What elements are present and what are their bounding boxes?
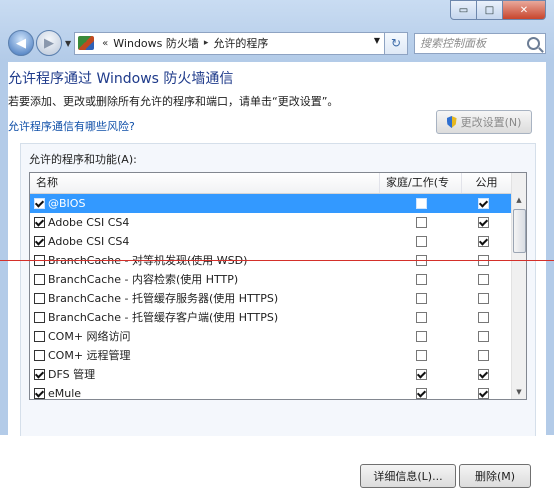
list-rows: @BIOS Adobe CSI CS4 Adobe CSI CS4 BranchCac… [30, 194, 512, 400]
program-enabled-checkbox[interactable] [34, 217, 45, 228]
program-enabled-checkbox[interactable] [34, 293, 45, 304]
forward-arrow-icon[interactable]: ▶ [36, 30, 62, 56]
programs-list[interactable]: 名称 家庭/工作(专用) 公用 @BIOS Adobe CSI CS4 Adobe … [29, 172, 527, 400]
program-name: BranchCache - 托管缓存客户端(使用 HTTPS) [48, 311, 279, 324]
program-enabled-checkbox[interactable] [34, 331, 45, 342]
breadcrumb-separator-icon[interactable]: ▸ [204, 38, 209, 48]
risk-link[interactable]: 允许程序通信有哪些风险? [8, 118, 135, 134]
home-work-checkbox[interactable] [416, 198, 427, 209]
list-item[interactable]: Adobe CSI CS4 [30, 213, 512, 232]
vertical-scrollbar[interactable]: ▲ ▼ [511, 173, 526, 399]
public-checkbox[interactable] [478, 312, 489, 323]
program-name: Adobe CSI CS4 [48, 235, 130, 248]
program-enabled-checkbox[interactable] [34, 312, 45, 323]
firewall-icon [78, 36, 95, 50]
public-checkbox[interactable] [478, 293, 489, 304]
allowed-programs-label: 允许的程序和功能(A): [29, 153, 137, 166]
list-item[interactable]: BranchCache - 托管缓存客户端(使用 HTTPS) [30, 308, 512, 327]
home-work-checkbox[interactable] [416, 217, 427, 228]
refresh-icon[interactable]: ↻ [385, 31, 408, 55]
scroll-down-icon[interactable]: ▼ [512, 385, 526, 399]
list-header: 名称 家庭/工作(专用) 公用 [30, 173, 512, 209]
page-title: 允许程序通过 Windows 防火墙通信 [8, 71, 234, 87]
public-checkbox[interactable] [478, 369, 489, 380]
main-content: 允许程序通过 Windows 防火墙通信 若要添加、更改或删除所有允许的程序和端… [8, 62, 546, 488]
address-dropdown-icon[interactable]: ▼ [374, 36, 380, 45]
maximize-button[interactable]: □ [477, 0, 503, 20]
delete-button[interactable]: 删除(M) [459, 464, 531, 488]
program-name: eMule [48, 387, 82, 400]
minimize-button[interactable]: ▭ [450, 0, 477, 20]
breadcrumb-allowed-programs[interactable]: 允许的程序 [213, 35, 268, 51]
history-dropdown-icon[interactable]: ▼ [65, 39, 71, 48]
program-name: COM+ 远程管理 [48, 349, 131, 362]
public-checkbox[interactable] [478, 198, 489, 209]
program-name: BranchCache - 托管缓存服务器(使用 HTTPS) [48, 292, 279, 305]
change-settings-button[interactable]: 更改设置(N) [436, 110, 532, 134]
program-enabled-checkbox[interactable] [34, 274, 45, 285]
column-header-public[interactable]: 公用 [462, 173, 512, 193]
program-enabled-checkbox[interactable] [34, 388, 45, 399]
list-item[interactable]: Adobe CSI CS4 [30, 232, 512, 251]
home-work-checkbox[interactable] [416, 350, 427, 361]
list-item[interactable]: eMule [30, 384, 512, 400]
list-item[interactable]: BranchCache - 内容检索(使用 HTTP) [30, 270, 512, 289]
uac-shield-icon [446, 116, 457, 128]
column-header-home-work[interactable]: 家庭/工作(专用) [380, 173, 462, 209]
window-controls: ▭ □ ✕ [450, 0, 546, 20]
program-enabled-checkbox[interactable] [34, 236, 45, 247]
program-enabled-checkbox[interactable] [34, 350, 45, 361]
list-item[interactable]: COM+ 网络访问 [30, 327, 512, 346]
search-placeholder: 搜索控制面板 [420, 37, 486, 50]
program-name: COM+ 网络访问 [48, 330, 131, 343]
program-enabled-checkbox[interactable] [34, 198, 45, 209]
window-frame: ▭ □ ✕ ◀ ▶ ▼ « Windows 防火墙 ▸ 允许的程序 ▼ ↻ 搜索… [0, 0, 554, 488]
list-item[interactable]: DFS 管理 [30, 365, 512, 384]
search-input[interactable]: 搜索控制面板 [414, 32, 546, 54]
program-name: Adobe CSI CS4 [48, 216, 130, 229]
column-header-name[interactable]: 名称 [30, 173, 380, 193]
home-work-checkbox[interactable] [416, 274, 427, 285]
address-bar[interactable]: « Windows 防火墙 ▸ 允许的程序 ▼ [74, 31, 385, 55]
red-guide-line [0, 260, 554, 261]
public-checkbox[interactable] [478, 331, 489, 342]
breadcrumb-windows-firewall[interactable]: Windows 防火墙 [113, 35, 199, 51]
navigation-bar: ◀ ▶ ▼ « Windows 防火墙 ▸ 允许的程序 ▼ ↻ 搜索控制面板 [8, 28, 546, 58]
public-checkbox[interactable] [478, 350, 489, 361]
list-item[interactable]: BranchCache - 托管缓存服务器(使用 HTTPS) [30, 289, 512, 308]
program-name: DFS 管理 [48, 368, 96, 381]
list-item[interactable]: @BIOS [30, 194, 512, 213]
home-work-checkbox[interactable] [416, 312, 427, 323]
public-checkbox[interactable] [478, 388, 489, 399]
public-checkbox[interactable] [478, 217, 489, 228]
breadcrumb-overflow-icon[interactable]: « [102, 38, 108, 49]
public-checkbox[interactable] [478, 236, 489, 247]
home-work-checkbox[interactable] [416, 331, 427, 342]
change-settings-label: 更改设置(N) [460, 116, 522, 129]
list-item[interactable]: COM+ 远程管理 [30, 346, 512, 365]
close-button[interactable]: ✕ [503, 0, 546, 20]
scroll-thumb[interactable] [513, 209, 526, 253]
scroll-up-icon[interactable]: ▲ [512, 193, 526, 207]
search-icon[interactable] [527, 36, 540, 50]
home-work-checkbox[interactable] [416, 388, 427, 399]
page-description: 若要添加、更改或删除所有允许的程序和端口，请单击“更改设置”。 [8, 95, 339, 108]
back-arrow-icon[interactable]: ◀ [8, 30, 34, 56]
details-button[interactable]: 详细信息(L)... [360, 464, 456, 488]
allowed-programs-group: 允许的程序和功能(A): 名称 家庭/工作(专用) 公用 @BIOS Adobe … [20, 143, 536, 488]
program-enabled-checkbox[interactable] [34, 369, 45, 380]
program-name: @BIOS [48, 197, 86, 210]
home-work-checkbox[interactable] [416, 369, 427, 380]
program-name: BranchCache - 内容检索(使用 HTTP) [48, 273, 239, 286]
home-work-checkbox[interactable] [416, 293, 427, 304]
public-checkbox[interactable] [478, 274, 489, 285]
home-work-checkbox[interactable] [416, 236, 427, 247]
